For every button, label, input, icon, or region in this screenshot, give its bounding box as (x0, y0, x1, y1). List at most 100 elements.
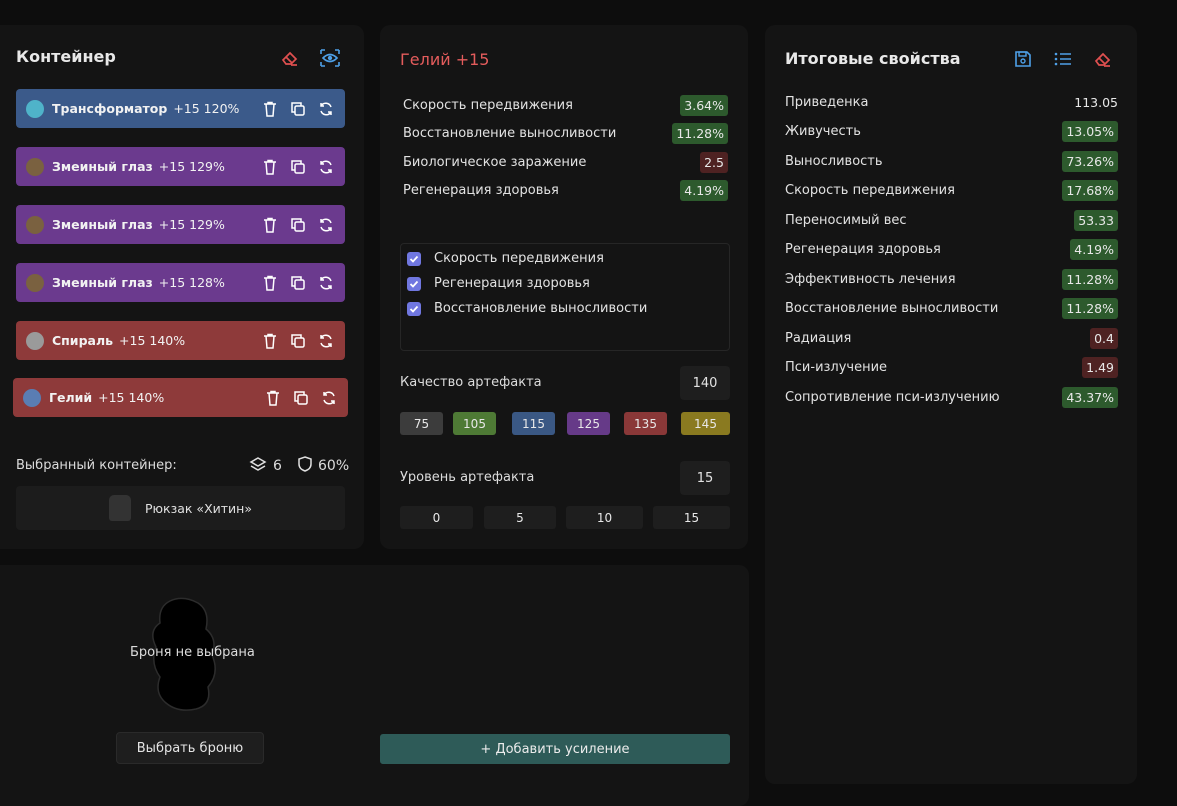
copy-icon[interactable] (289, 274, 307, 292)
level-preset-button[interactable]: 0 (400, 506, 473, 529)
summary-row: Эффективность лечения 11.28% (785, 266, 1118, 292)
stat-checkbox-row[interactable]: Регенерация здоровья (407, 276, 590, 291)
trash-icon[interactable] (261, 274, 279, 292)
quality-preset-button[interactable]: 125 (567, 412, 610, 435)
summary-value-badge: 53.33 (1074, 209, 1118, 231)
summary-label: Скорость передвижения (785, 183, 955, 198)
summary-row: Живучесть 13.05% (785, 119, 1118, 145)
summary-label: Регенерация здоровья (785, 242, 941, 257)
swap-icon[interactable] (317, 100, 335, 118)
swap-icon[interactable] (317, 332, 335, 350)
quality-preset-button[interactable]: 135 (624, 412, 667, 435)
artifact-thumbnail-icon (26, 215, 44, 234)
checkbox-label: Скорость передвижения (434, 251, 604, 266)
summary-row: Переносимый вес 53.33 (785, 207, 1118, 233)
artifact-meta: +15 128% (158, 275, 225, 290)
level-input[interactable]: 15 (680, 461, 730, 495)
artifact-stat-row: Регенерация здоровья 4.19% (403, 178, 728, 204)
artifact-row[interactable]: Змеиный глаз +15 128% (16, 263, 345, 302)
summary-label: Выносливость (785, 153, 883, 169)
copy-icon[interactable] (289, 100, 307, 118)
stat-value-badge: 11.28% (672, 123, 728, 144)
level-preset-button[interactable]: 15 (653, 506, 730, 529)
summary-value-badge: 43.37% (1062, 386, 1118, 408)
checkbox-label: Восстановление выносливости (434, 301, 648, 316)
summary-label: Переносимый вес (785, 212, 907, 228)
eraser-icon[interactable] (1092, 48, 1114, 70)
summary-row: Регенерация здоровья 4.19% (785, 237, 1118, 263)
artifact-meta: +15 140% (119, 333, 186, 348)
quality-preset-button[interactable]: 145 (681, 412, 730, 435)
eye-icon[interactable] (319, 47, 341, 69)
trash-icon[interactable] (261, 216, 279, 234)
quality-preset-button[interactable]: 75 (400, 412, 443, 435)
artifact-name: Змеиный глаз (52, 217, 153, 232)
artifact-thumbnail-icon (26, 273, 44, 292)
stat-checkbox-row[interactable]: Скорость передвижения (407, 251, 604, 266)
summary-row: Радиация 0.4 (785, 325, 1118, 351)
add-boost-button[interactable]: + Добавить усиление (380, 734, 730, 764)
swap-icon[interactable] (317, 216, 335, 234)
stat-value-badge: 3.64% (680, 94, 728, 116)
summary-row: Скорость передвижения 17.68% (785, 178, 1118, 204)
checkbox[interactable] (407, 251, 421, 266)
artifact-actions (261, 205, 335, 244)
artifact-meta: +15 129% (158, 217, 225, 232)
level-preset-button[interactable]: 10 (566, 506, 643, 529)
eraser-icon[interactable] (279, 47, 301, 69)
swap-icon[interactable] (320, 389, 338, 407)
level-preset-button[interactable]: 5 (484, 506, 556, 529)
copy-icon[interactable] (292, 389, 310, 407)
trash-icon[interactable] (261, 332, 279, 350)
summary-row: Сопротивление пси-излучению 43.37% (785, 384, 1118, 410)
stat-label: Регенерация здоровья (403, 183, 559, 198)
artifact-actions (261, 321, 335, 360)
artifact-row[interactable]: Трансформатор +15 120% (16, 89, 345, 128)
summary-label: Эффективность лечения (785, 271, 956, 287)
stat-value-badge: 4.19% (680, 180, 728, 201)
summary-label: Радиация (785, 330, 852, 346)
artifact-name: Трансформатор (52, 101, 168, 116)
level-label: Уровень артефакта (400, 470, 535, 485)
artifact-detail-title: Гелий +15 (400, 50, 490, 69)
trash-icon[interactable] (261, 100, 279, 118)
armor-empty-text: Броня не выбрана (130, 645, 255, 660)
artifact-row[interactable]: Змеиный глаз +15 129% (16, 147, 345, 186)
backpack-icon (108, 495, 131, 521)
quality-preset-button[interactable]: 115 (512, 412, 555, 435)
copy-icon[interactable] (289, 332, 307, 350)
list-icon[interactable] (1052, 48, 1074, 70)
protection-indicator: 60% (298, 456, 349, 476)
stat-checkbox-row[interactable]: Восстановление выносливости (407, 301, 647, 316)
trash-icon[interactable] (261, 158, 279, 176)
slots-indicator: 6 (249, 456, 282, 476)
artifact-stat-row: Биологическое заражение 2.5 (403, 149, 728, 175)
artifact-name: Змеиный глаз (52, 275, 153, 290)
copy-icon[interactable] (289, 158, 307, 176)
artifact-meta: +15 140% (98, 390, 165, 405)
backpack-name: Рюкзак «Хитин» (144, 500, 252, 516)
quality-preset-button[interactable]: 105 (453, 412, 496, 435)
selected-container-label: Выбранный контейнер: (16, 458, 177, 473)
summary-row: Выносливость 73.26% (785, 148, 1118, 174)
stat-label: Биологическое заражение (403, 154, 587, 170)
artifact-row[interactable]: Спираль +15 140% (16, 321, 345, 360)
swap-icon[interactable] (317, 158, 335, 176)
summary-row: Пси-излучение 1.49 (785, 355, 1118, 381)
swap-icon[interactable] (317, 274, 335, 292)
summary-value-badge: 17.68% (1062, 180, 1118, 201)
stat-label: Восстановление выносливости (403, 126, 617, 141)
copy-icon[interactable] (289, 216, 307, 234)
summary-label: Сопротивление пси-излучению (785, 389, 1000, 405)
artifact-row[interactable]: Гелий +15 140% (13, 378, 348, 417)
artifact-thumbnail-icon (26, 99, 44, 118)
checkbox[interactable] (407, 276, 421, 291)
trash-icon[interactable] (264, 389, 282, 407)
save-icon[interactable] (1012, 48, 1034, 70)
quality-input[interactable]: 140 (680, 366, 730, 400)
summary-value-badge: 0.4 (1090, 327, 1118, 349)
backpack-selector[interactable]: Рюкзак «Хитин» (16, 486, 345, 530)
checkbox[interactable] (407, 301, 421, 316)
select-armor-button[interactable]: Выбрать броню (116, 732, 264, 764)
artifact-row[interactable]: Змеиный глаз +15 129% (16, 205, 345, 244)
